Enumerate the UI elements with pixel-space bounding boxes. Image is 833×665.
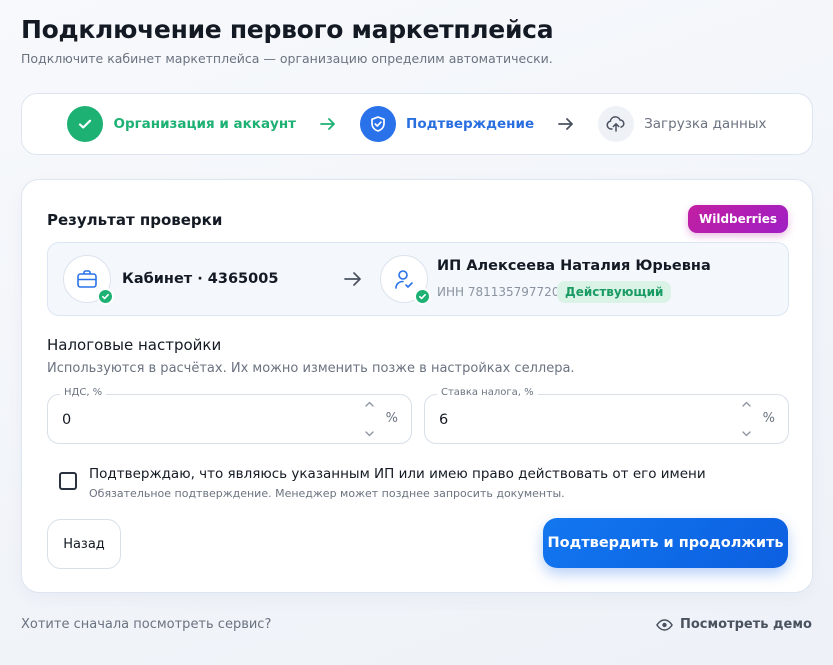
verification-result: Кабинет · 4365005 ИП Алексеева Наталия Ю… bbox=[47, 242, 789, 316]
confirm-continue-button[interactable]: Подтвердить и продолжить bbox=[543, 518, 788, 568]
result-title: Результат проверки bbox=[47, 211, 223, 229]
confirmation-card: Результат проверки Wildberries Кабинет ·… bbox=[21, 179, 813, 593]
tax-rate-value[interactable]: 6 bbox=[439, 412, 448, 428]
vat-unit: % bbox=[385, 411, 398, 426]
step-confirmation: Подтверждение bbox=[360, 106, 534, 142]
vat-value[interactable]: 0 bbox=[62, 412, 71, 428]
step-label: Загрузка данных bbox=[644, 116, 767, 132]
back-button[interactable]: Назад bbox=[47, 519, 121, 569]
step-data-upload: Загрузка данных bbox=[598, 106, 767, 142]
page-subtitle: Подключите кабинет маркетплейса — органи… bbox=[21, 51, 553, 66]
briefcase-icon bbox=[63, 255, 114, 305]
demo-question: Хотите сначала посмотреть сервис? bbox=[21, 617, 272, 632]
page-title: Подключение первого маркетплейса bbox=[21, 15, 554, 44]
confirm-label[interactable]: Подтверждаю, что являюсь указанным ИП ил… bbox=[89, 466, 706, 482]
confirm-checkbox[interactable] bbox=[59, 472, 77, 490]
vat-stepper[interactable] bbox=[364, 401, 374, 437]
organization-name: ИП Алексеева Наталия Юрьевна bbox=[437, 258, 711, 274]
view-demo-label[interactable]: Посмотреть демо bbox=[680, 617, 812, 632]
verified-check-icon bbox=[414, 288, 431, 305]
user-icon bbox=[380, 255, 431, 305]
arrow-right-icon bbox=[344, 271, 362, 291]
cloud-upload-icon bbox=[598, 106, 635, 142]
chevron-up-icon[interactable] bbox=[741, 401, 751, 407]
view-demo-link[interactable]: Посмотреть демо bbox=[656, 617, 812, 632]
tax-settings-description: Используются в расчётах. Их можно измени… bbox=[47, 361, 575, 376]
step-organization: Организация и аккаунт bbox=[67, 106, 296, 142]
confirm-note: Обязательное подтверждение. Менеджер мож… bbox=[89, 487, 565, 500]
vat-field[interactable]: НДС, % 0 % bbox=[47, 387, 412, 444]
chevron-down-icon[interactable] bbox=[741, 431, 751, 437]
check-icon bbox=[67, 106, 104, 142]
stepper: Организация и аккаунт Подтверждение Загр… bbox=[21, 93, 813, 155]
tax-rate-label: Ставка налога, % bbox=[437, 387, 538, 398]
chevron-down-icon[interactable] bbox=[364, 431, 374, 437]
vat-label: НДС, % bbox=[60, 387, 107, 398]
step-label: Подтверждение bbox=[406, 116, 535, 132]
tax-rate-stepper[interactable] bbox=[741, 401, 751, 437]
status-badge: Действующий bbox=[557, 281, 672, 303]
verified-check-icon bbox=[97, 288, 114, 305]
tax-rate-unit: % bbox=[762, 411, 775, 426]
tax-rate-field[interactable]: Ставка налога, % 6 % bbox=[424, 387, 789, 444]
arrow-right-icon bbox=[320, 117, 336, 131]
eye-icon bbox=[656, 618, 673, 631]
cabinet-id: Кабинет · 4365005 bbox=[122, 271, 279, 287]
marketplace-badge: Wildberries bbox=[687, 205, 788, 233]
tax-settings-title: Налоговые настройки bbox=[47, 336, 222, 354]
arrow-right-icon bbox=[558, 117, 574, 131]
inn-number: ИНН 781135797720 bbox=[437, 285, 560, 299]
chevron-up-icon[interactable] bbox=[364, 401, 374, 407]
shield-icon bbox=[360, 106, 397, 142]
step-label: Организация и аккаунт bbox=[113, 116, 297, 132]
